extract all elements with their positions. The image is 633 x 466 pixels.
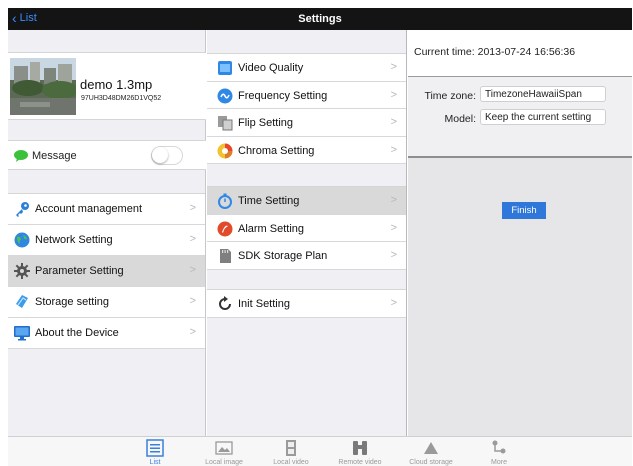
param-item-label: Time Setting (238, 195, 300, 207)
page-title: Settings (298, 13, 342, 25)
video-quality-icon (217, 60, 233, 76)
param-item-label: Alarm Setting (238, 222, 305, 235)
model-label: Model: (444, 113, 476, 125)
message-label: Message (32, 150, 77, 162)
param-item-frequency-setting[interactable]: Frequency Setting > (207, 81, 406, 109)
chroma-icon (217, 143, 233, 159)
chevron-right-icon: > (390, 143, 397, 156)
menu-item-parameter-setting[interactable]: Parameter Setting > (8, 256, 205, 287)
stopwatch-icon (217, 193, 233, 209)
menu-item-label: Storage setting (35, 296, 109, 308)
cloud-icon (401, 439, 461, 457)
menu-item-label: About the Device (35, 327, 119, 339)
param-item-flip-setting[interactable]: Flip Setting > (207, 109, 406, 137)
tab-label: List (149, 459, 161, 466)
menu-item-network-setting[interactable]: Network Setting > (8, 225, 205, 256)
chevron-right-icon: > (189, 295, 196, 307)
device-uid: 97UH3D48DM26D1VQ52 (81, 95, 162, 102)
param-item-label: Flip Setting (238, 117, 294, 129)
refresh-icon (217, 296, 233, 312)
top-nav-bar: ‹ List Settings (8, 8, 632, 30)
sd-card-icon (217, 248, 233, 264)
more-icon (469, 439, 529, 457)
parameter-group-2: Time Setting > Alarm Setting > SDK Stora… (207, 186, 406, 270)
tab-label: Remote video (338, 459, 382, 466)
tab-local-video[interactable]: Local video (261, 439, 321, 466)
list-icon (125, 439, 185, 457)
param-item-video-quality[interactable]: Video Quality > (207, 54, 406, 82)
chevron-right-icon: > (189, 264, 196, 276)
model-select[interactable]: Keep the current setting (480, 109, 606, 125)
settings-split-view: demo 1.3mp 97UH3D48DM26D1VQ52 Message Ac… (8, 30, 632, 436)
image-icon (194, 439, 254, 457)
param-item-chroma-setting[interactable]: Chroma Setting > (207, 136, 406, 164)
current-time-text: Current time: 2013-07-24 16:56:36 (414, 46, 576, 58)
tab-label: Cloud storage (409, 459, 453, 466)
tab-cloud-storage[interactable]: Cloud storage (401, 439, 461, 466)
param-item-label: Chroma Setting (238, 144, 315, 157)
finish-button[interactable]: Finish (502, 202, 546, 219)
chevron-right-icon: > (390, 297, 397, 309)
chevron-right-icon: > (189, 202, 196, 214)
param-item-label: Video Quality (238, 62, 304, 74)
device-name: demo 1.3mp (80, 77, 153, 92)
param-item-label: Frequency Setting (238, 89, 328, 102)
left-column: demo 1.3mp 97UH3D48DM26D1VQ52 Message Ac… (8, 30, 206, 436)
chevron-right-icon: > (390, 194, 397, 206)
param-item-label: SDK Storage Plan (238, 250, 328, 262)
menu-item-account-management[interactable]: Account management > (8, 194, 205, 225)
param-item-init-setting[interactable]: Init Setting > (207, 290, 406, 318)
chevron-right-icon: > (189, 326, 196, 338)
menu-item-about-device[interactable]: About the Device > (8, 318, 205, 349)
chevron-right-icon: > (390, 61, 397, 73)
tab-label: More (491, 459, 507, 466)
chevron-right-icon: > (390, 88, 397, 101)
param-item-sdk-storage-plan[interactable]: SDK Storage Plan > (207, 242, 406, 270)
time-setting-panel: Current time: 2013-07-24 16:56:36 Time z… (408, 30, 632, 436)
tab-local-image[interactable]: Local image (194, 439, 254, 466)
device-card[interactable]: demo 1.3mp 97UH3D48DM26D1VQ52 (8, 52, 206, 120)
tab-list[interactable]: List (125, 439, 185, 466)
timezone-select[interactable]: TimezoneHawaiiSpan (480, 86, 606, 102)
chevron-right-icon: > (390, 116, 397, 128)
timezone-form: Time zone: TimezoneHawaiiSpan Model: Kee… (408, 77, 632, 158)
key-icon (14, 201, 30, 217)
tab-remote-video[interactable]: Remote video (330, 439, 390, 466)
parameter-group-3: Init Setting > (207, 289, 406, 318)
menu-item-label: Parameter Setting (35, 265, 124, 277)
parameter-column: Video Quality > Frequency Setting > Flip… (207, 30, 407, 436)
monitor-icon (14, 325, 30, 341)
timezone-label: Time zone: (424, 90, 476, 102)
tab-label: Local image (205, 459, 243, 466)
chevron-right-icon: > (390, 221, 397, 234)
param-item-label: Init Setting (238, 298, 290, 310)
current-time-section: Current time: 2013-07-24 16:56:36 (408, 30, 632, 77)
binoculars-icon (330, 439, 390, 457)
storage-icon (14, 294, 30, 310)
tab-more[interactable]: More (469, 439, 529, 466)
param-item-time-setting[interactable]: Time Setting > (207, 187, 406, 215)
toggle-knob (152, 147, 168, 163)
param-item-alarm-setting[interactable]: Alarm Setting > (207, 214, 406, 242)
camera-thumbnail (10, 58, 76, 115)
chevron-right-icon: > (189, 233, 196, 245)
frequency-icon (217, 88, 233, 104)
globe-icon (14, 232, 30, 248)
message-toggle[interactable] (151, 146, 183, 165)
tab-label: Local video (273, 459, 309, 466)
menu-item-storage-setting[interactable]: Storage setting > (8, 287, 205, 318)
chevron-right-icon: > (390, 249, 397, 261)
menu-item-label: Account management (35, 203, 143, 215)
main-menu-list: Account management > Network Setting > P… (8, 193, 205, 349)
gear-icon (14, 263, 30, 279)
message-row: Message (8, 140, 206, 170)
message-bubble-icon (14, 150, 28, 165)
film-icon (261, 439, 321, 457)
parameter-group-1: Video Quality > Frequency Setting > Flip… (207, 53, 406, 164)
flip-icon (217, 115, 233, 131)
alarm-icon (217, 221, 233, 237)
bottom-tab-bar: List Local image Local video Remote vide… (8, 436, 632, 466)
menu-item-label: Network Setting (35, 234, 113, 246)
